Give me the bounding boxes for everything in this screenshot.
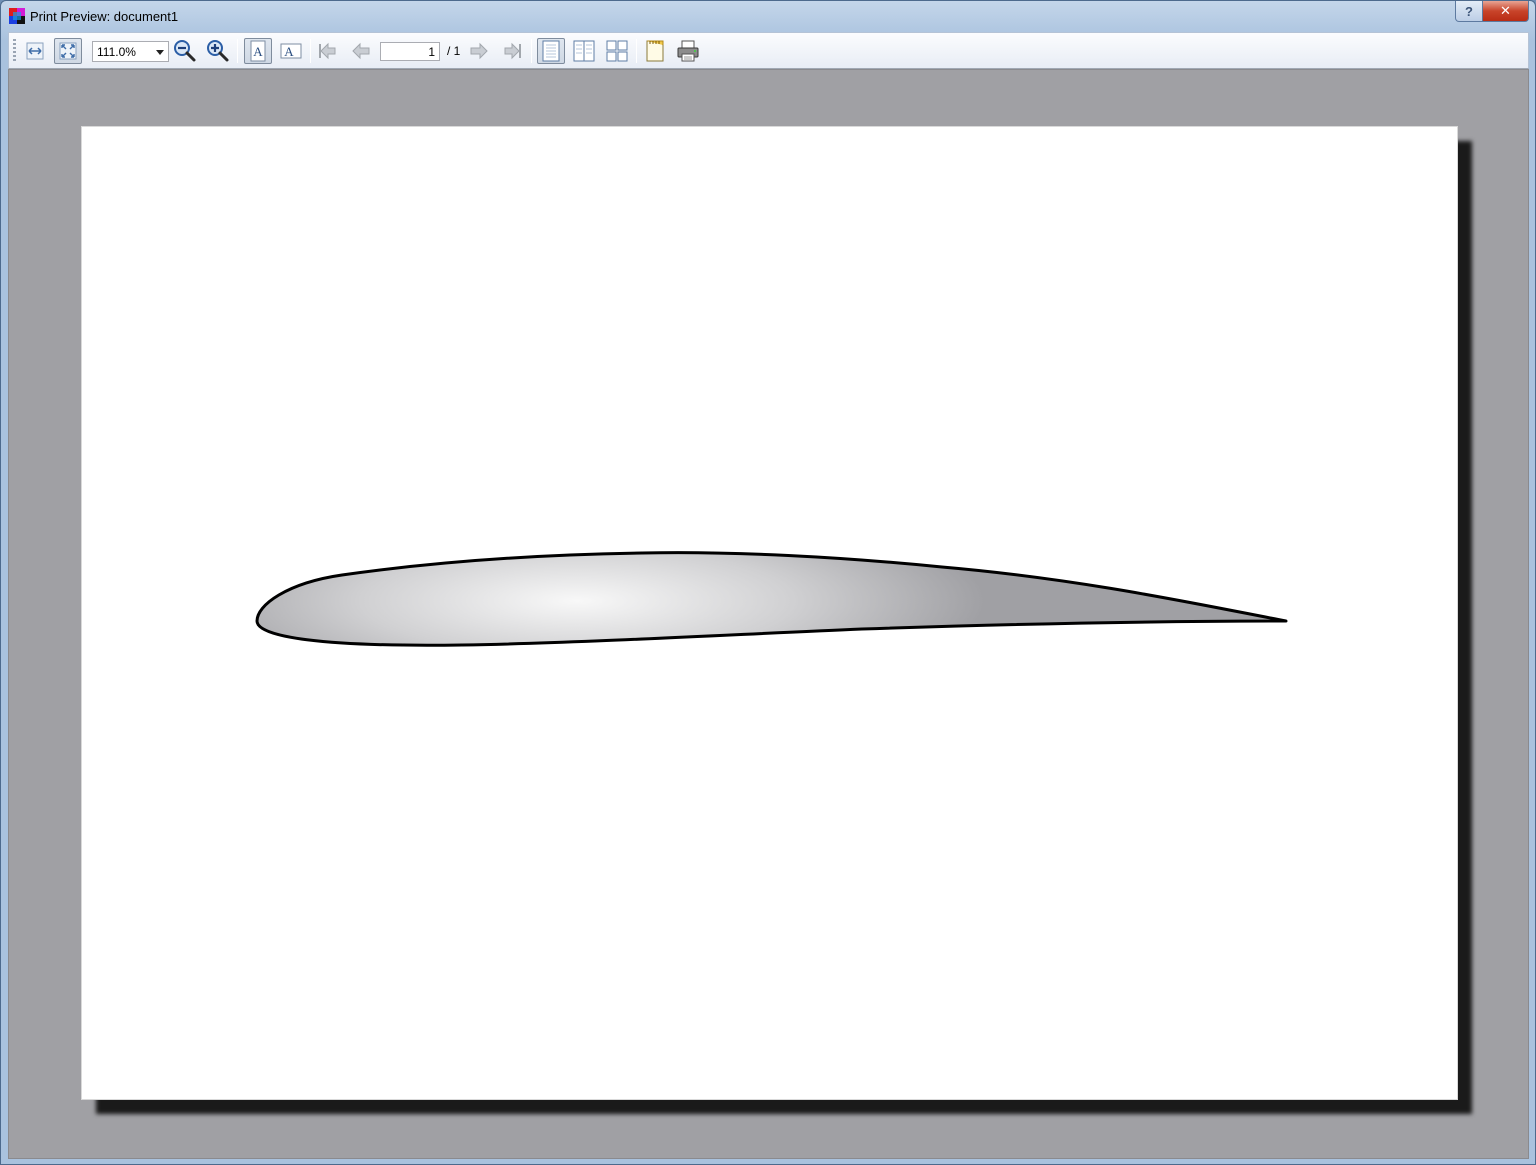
single-page-icon: [542, 40, 560, 62]
toolbar-separator: [636, 39, 637, 63]
window-title: Print Preview: document1: [30, 9, 179, 24]
first-page-icon: [319, 42, 336, 60]
facing-pages-button[interactable]: [570, 38, 598, 64]
title-bar[interactable]: Print Preview: document1 ? ✕: [1, 1, 1535, 31]
print-button[interactable]: [674, 38, 702, 64]
toolbar-separator: [531, 39, 532, 63]
help-button[interactable]: ?: [1455, 1, 1483, 22]
overview-icon: [606, 40, 628, 62]
previous-page-button[interactable]: [347, 38, 375, 64]
portrait-button[interactable]: A: [244, 38, 272, 64]
previous-page-icon: [352, 42, 370, 60]
toolbar-separator: [310, 39, 311, 63]
facing-pages-icon: [573, 40, 595, 62]
page-setup-button[interactable]: [641, 38, 669, 64]
single-page-button[interactable]: [537, 38, 565, 64]
landscape-icon: A: [280, 43, 302, 59]
page-setup-icon: [646, 40, 664, 62]
zoom-combo[interactable]: 111.0%: [92, 41, 169, 62]
toolbar-grip[interactable]: [13, 39, 16, 63]
chevron-down-icon[interactable]: [156, 50, 164, 55]
page-total: / 1: [447, 44, 461, 58]
app-icon: [9, 8, 25, 24]
portrait-icon: A: [250, 40, 266, 62]
last-page-icon: [504, 42, 521, 60]
printer-icon: [677, 40, 699, 62]
zoom-value: 111.0%: [97, 45, 136, 59]
fit-page-icon: [59, 42, 77, 60]
preview-page: [81, 126, 1458, 1100]
landscape-button[interactable]: A: [277, 38, 305, 64]
svg-text:A: A: [253, 44, 263, 59]
svg-text:A: A: [284, 44, 294, 59]
zoom-out-icon: [174, 40, 196, 62]
airfoil-outline: [255, 551, 1288, 647]
zoom-in-button[interactable]: [204, 38, 232, 64]
airfoil-shape: [255, 551, 1288, 647]
fit-page-button[interactable]: [54, 38, 82, 64]
next-page-icon: [470, 42, 488, 60]
zoom-in-icon: [207, 40, 229, 62]
print-preview-window: Print Preview: document1 ? ✕ 111.0% A A …: [0, 0, 1536, 1165]
last-page-button[interactable]: [498, 38, 526, 64]
close-button[interactable]: ✕: [1483, 1, 1529, 22]
title-buttons: ? ✕: [1455, 1, 1529, 23]
toolbar-separator: [237, 39, 238, 63]
first-page-button[interactable]: [314, 38, 342, 64]
fit-width-button[interactable]: [21, 38, 49, 64]
zoom-out-button[interactable]: [171, 38, 199, 64]
next-page-button[interactable]: [465, 38, 493, 64]
fit-width-icon: [26, 42, 44, 60]
overview-button[interactable]: [603, 38, 631, 64]
preview-toolbar: 111.0% A A 1 / 1: [8, 32, 1529, 69]
current-page-input[interactable]: 1: [380, 42, 440, 61]
preview-canvas[interactable]: [8, 69, 1529, 1159]
